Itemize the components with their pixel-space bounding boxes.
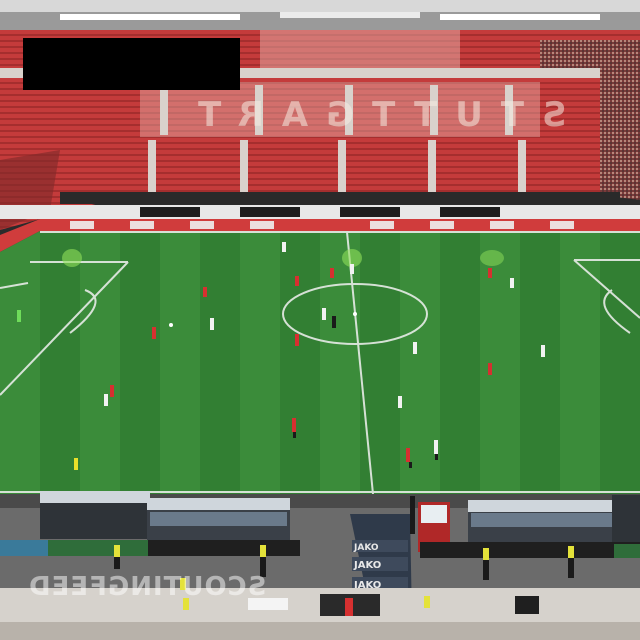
goalkeeper (17, 310, 21, 322)
pitch (0, 231, 640, 500)
tunnel-brand-2: JAKO (353, 560, 381, 571)
watermark: SCOUTINGFEED (28, 572, 267, 602)
tunnel-brand-1: JAKO (353, 543, 379, 553)
dugout-left (40, 491, 290, 542)
ball (169, 323, 173, 327)
upper-ad-boards (60, 192, 620, 204)
football-broadcast-frame: JAKO JAKO JAKO JAKO STUTTGART S (0, 0, 640, 640)
dugout-right (468, 495, 640, 545)
redaction-box (23, 38, 240, 90)
stand-seat-lettering: STUTTGART (180, 95, 567, 135)
assistant-referee (74, 458, 78, 470)
